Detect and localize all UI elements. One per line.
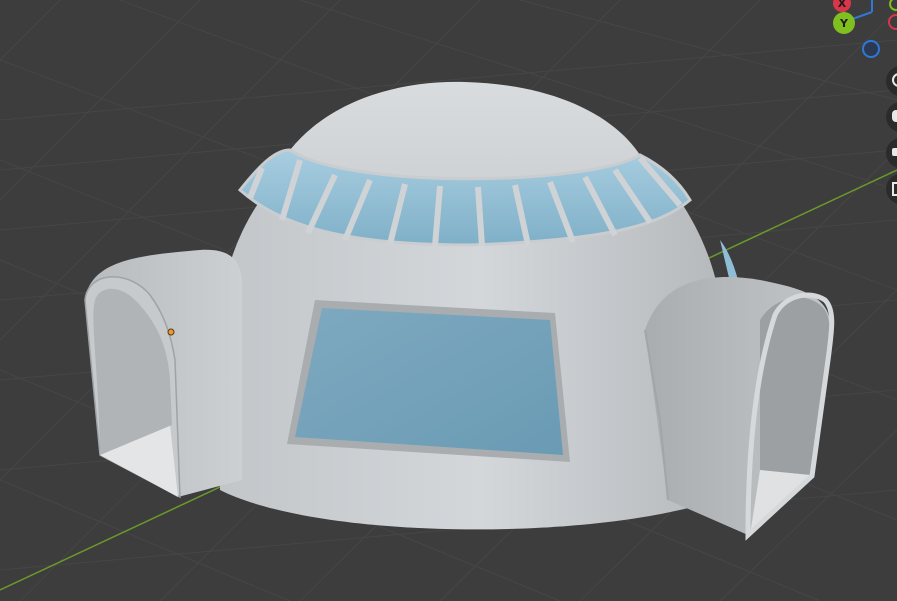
gizmo-axes-icon — [843, 0, 897, 58]
left-entrance-tunnel — [84, 249, 242, 499]
scene-canvas[interactable] — [0, 0, 897, 601]
zoom-icon — [892, 73, 897, 87]
hand-pan-icon — [892, 110, 897, 122]
right-entrance-tunnel — [644, 277, 835, 541]
front-window — [295, 308, 563, 455]
igloo-dome-model[interactable] — [84, 81, 835, 541]
origin-marker — [167, 328, 175, 336]
camera-icon — [892, 148, 897, 156]
gizmo-y-label: Y — [840, 16, 848, 30]
grid-icon — [892, 182, 897, 196]
gizmo-x-label: X — [837, 0, 847, 10]
dome-cap — [290, 81, 640, 179]
gizmo-y-ball[interactable]: Y — [833, 12, 855, 34]
3d-viewport[interactable]: X Y — [0, 0, 897, 601]
